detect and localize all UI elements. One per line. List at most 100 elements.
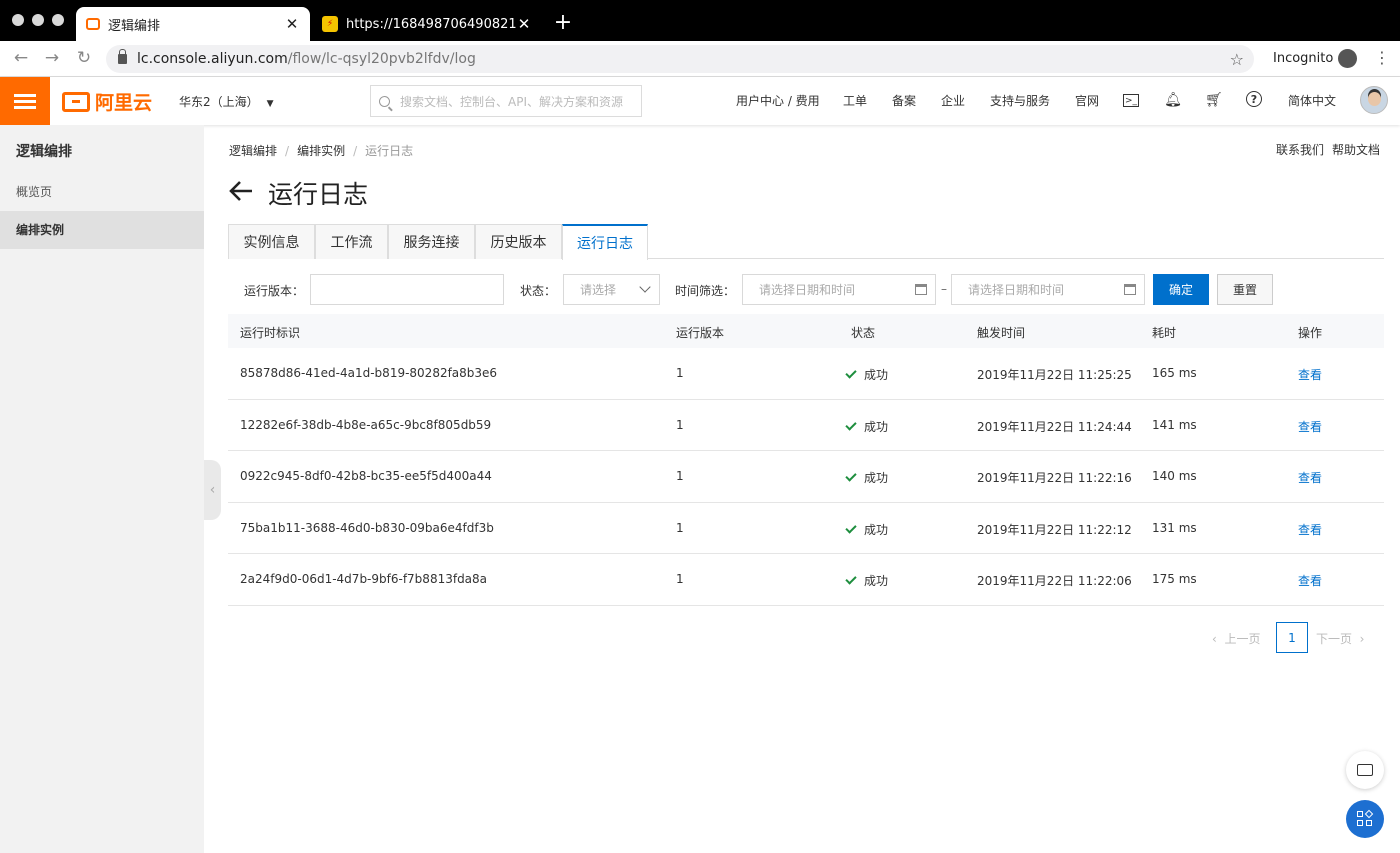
confirm-button[interactable]: 确定 xyxy=(1153,274,1209,305)
prev-page-button[interactable]: ‹ 上一页 xyxy=(1212,630,1260,647)
success-check-icon xyxy=(845,418,857,431)
view-link[interactable]: 查看 xyxy=(1298,521,1322,538)
next-page-label: 下一页 xyxy=(1316,632,1353,646)
tab-instance-info[interactable]: 实例信息 xyxy=(228,224,315,259)
address-bar[interactable]: lc.console.aliyun.com/flow/lc-qsyl20pvb2… xyxy=(106,45,1254,73)
window-minimize-dot[interactable] xyxy=(32,14,44,26)
version-filter-label: 运行版本： xyxy=(244,284,305,298)
bell-icon[interactable]: 🔔︎ xyxy=(1164,91,1182,109)
view-link[interactable]: 查看 xyxy=(1298,572,1322,589)
logo-text: 阿里云 xyxy=(95,92,153,114)
new-tab-icon[interactable]: + xyxy=(552,10,574,35)
nav-enterprise[interactable]: 企业 xyxy=(941,92,965,109)
reset-button[interactable]: 重置 xyxy=(1217,274,1273,305)
start-datetime-placeholder: 请选择日期和时间 xyxy=(759,283,856,297)
trigger-time-cell: 2019年11月22日 11:22:06 xyxy=(977,574,1132,588)
browser-tab-active[interactable]: 逻辑编排 ✕ xyxy=(76,7,310,41)
help-docs-link[interactable]: 帮助文档 xyxy=(1332,143,1380,157)
nav-support[interactable]: 支持与服务 xyxy=(990,92,1050,109)
incognito-icon[interactable] xyxy=(1338,49,1357,68)
window-close-dot[interactable] xyxy=(12,14,24,26)
close-tab-icon[interactable]: ✕ xyxy=(284,15,300,33)
bookmark-star-icon[interactable]: ☆ xyxy=(1230,50,1244,69)
version-cell: 1 xyxy=(676,366,684,380)
avatar[interactable] xyxy=(1360,86,1388,114)
tab-service-connections[interactable]: 服务连接 xyxy=(388,224,475,259)
status-cell: 成功 xyxy=(845,418,889,435)
tab-run-logs[interactable]: 运行日志 xyxy=(562,224,648,260)
status-cell: 成功 xyxy=(845,572,889,589)
duration-cell: 140 ms xyxy=(1152,469,1197,483)
breadcrumb: 逻辑编排 / 编排实例 / 运行日志 xyxy=(229,144,414,158)
window-zoom-dot[interactable] xyxy=(52,14,64,26)
status-text: 成功 xyxy=(864,368,889,382)
close-tab-icon[interactable]: ✕ xyxy=(516,15,532,33)
page-number-current[interactable]: 1 xyxy=(1276,622,1308,653)
version-cell: 1 xyxy=(676,469,684,483)
reload-icon[interactable]: ↻ xyxy=(73,48,95,68)
chevron-left-icon: ‹ xyxy=(1212,632,1225,646)
aliyun-logo[interactable]: 阿里云 xyxy=(62,88,152,115)
forward-icon[interactable]: → xyxy=(41,48,63,68)
sidebar-title: 逻辑编排 xyxy=(16,144,72,160)
cart-icon[interactable]: 🛒︎ xyxy=(1205,91,1223,109)
view-link[interactable]: 查看 xyxy=(1298,469,1322,486)
start-datetime-picker[interactable]: 请选择日期和时间 xyxy=(742,274,936,305)
nav-tickets[interactable]: 工单 xyxy=(843,92,867,109)
sidebar-item-instances[interactable]: 编排实例 xyxy=(0,211,204,249)
browser-tab-title: https://1684987064908216.cn xyxy=(346,16,516,32)
success-check-icon xyxy=(845,470,857,482)
header-links: 联系我们 帮助文档 xyxy=(1276,141,1380,158)
calendar-icon xyxy=(1124,284,1136,295)
tab-workflow[interactable]: 工作流 xyxy=(315,224,388,259)
table-row: 75ba1b11-3688-46d0-b830-09ba6e4fdf3b 1 成… xyxy=(228,503,1384,554)
breadcrumb-item[interactable]: 编排实例 xyxy=(297,144,345,158)
breadcrumb-item[interactable]: 逻辑编排 xyxy=(229,144,277,158)
terminal-icon[interactable]: >_ xyxy=(1123,94,1139,107)
nav-filing[interactable]: 备案 xyxy=(892,92,916,109)
status-text: 成功 xyxy=(864,419,889,434)
nav-user-center[interactable]: 用户中心 / 费用 xyxy=(736,92,820,109)
back-icon[interactable]: ← xyxy=(10,48,32,68)
back-arrow-icon[interactable] xyxy=(228,178,254,204)
nav-official-site[interactable]: 官网 xyxy=(1075,92,1099,109)
sidebar-item-overview[interactable]: 概览页 xyxy=(0,173,204,211)
view-link[interactable]: 查看 xyxy=(1298,418,1322,435)
help-icon[interactable]: ? xyxy=(1246,91,1262,107)
quick-apps-button[interactable] xyxy=(1346,800,1384,838)
version-cell: 1 xyxy=(676,572,684,586)
next-page-button[interactable]: 下一页 › xyxy=(1316,630,1364,647)
view-link[interactable]: 查看 xyxy=(1298,366,1322,383)
aliyun-logo-icon xyxy=(62,91,90,112)
calendar-icon xyxy=(915,284,927,295)
status-cell: 成功 xyxy=(845,521,888,538)
version-input[interactable] xyxy=(310,274,504,305)
page-title: 运行日志 xyxy=(268,180,369,209)
breadcrumb-current: 运行日志 xyxy=(365,144,414,158)
lock-icon xyxy=(118,49,127,64)
column-header-version: 运行版本 xyxy=(676,326,725,340)
duration-cell: 131 ms xyxy=(1152,520,1197,535)
browser-menu-icon[interactable]: ⋮ xyxy=(1374,48,1390,67)
sidebar: 逻辑编排 概览页 编排实例 xyxy=(0,125,204,853)
version-cell: 1 xyxy=(676,520,684,535)
chevron-down-icon xyxy=(639,281,651,293)
table-row: 0922c945-8df0-42b8-bc35-ee5f5d400a44 1 成… xyxy=(228,451,1384,503)
sidebar-collapse-icon[interactable]: ‹ xyxy=(204,460,221,520)
status-cell: 成功 xyxy=(845,366,889,383)
language-switch[interactable]: 简体中文 xyxy=(1288,92,1336,109)
end-datetime-picker[interactable]: 请选择日期和时间 xyxy=(951,274,1145,305)
feedback-chat-button[interactable] xyxy=(1346,751,1384,789)
browser-tab-inactive[interactable]: ⚡ https://1684987064908216.cn ✕ xyxy=(312,7,542,41)
trigger-time-cell: 2019年11月22日 11:22:12 xyxy=(977,522,1132,537)
region-selector[interactable]: 华东2（上海） ▼ xyxy=(179,93,274,110)
contact-us-link[interactable]: 联系我们 xyxy=(1276,143,1324,157)
status-select[interactable]: 请选择 xyxy=(563,274,660,305)
column-header-actions: 操作 xyxy=(1298,326,1323,340)
global-search[interactable]: 搜索文档、控制台、API、解决方案和资源 xyxy=(370,85,642,117)
duration-cell: 175 ms xyxy=(1152,572,1197,586)
browser-tab-strip: 逻辑编排 ✕ ⚡ https://1684987064908216.cn ✕ + xyxy=(0,0,1400,41)
tab-history-versions[interactable]: 历史版本 xyxy=(475,224,562,259)
status-text: 成功 xyxy=(864,574,889,588)
menu-icon[interactable] xyxy=(0,77,50,125)
